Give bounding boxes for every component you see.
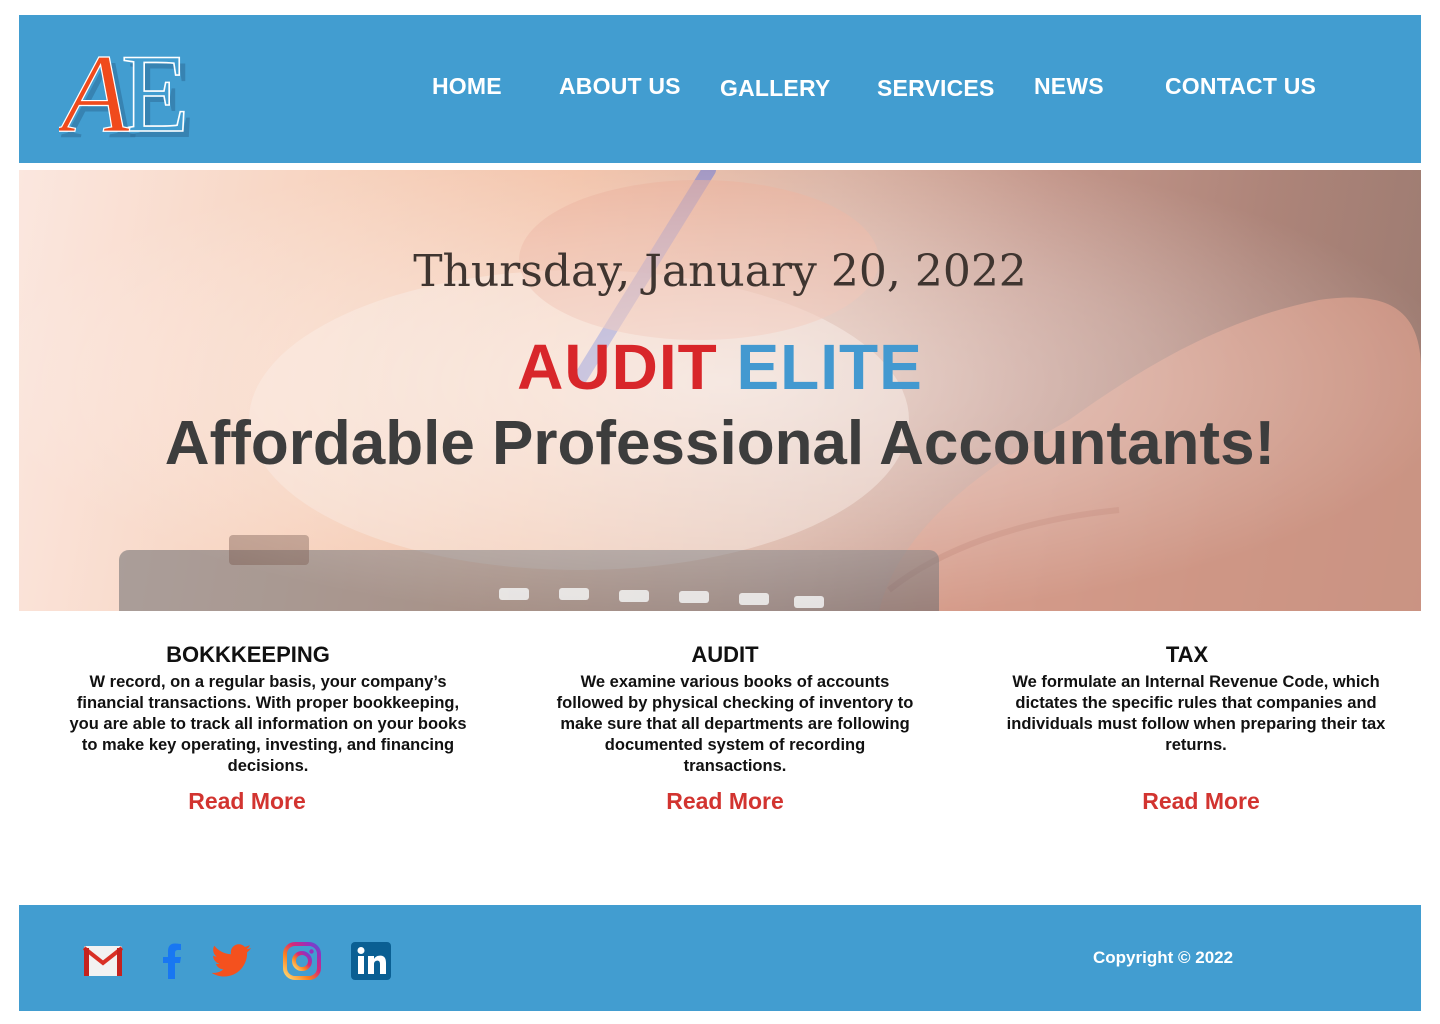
nav-services[interactable]: SERVICES — [877, 75, 995, 102]
hero-date: Thursday, January 20, 2022 — [413, 246, 1027, 297]
nav-contact-us[interactable]: CONTACT US — [1165, 73, 1316, 100]
nav-about-us[interactable]: ABOUT US — [559, 73, 681, 100]
read-more-audit[interactable]: Read More — [575, 788, 875, 815]
brand-audit-word: AUDIT — [517, 331, 718, 403]
service-description: We formulate an Internal Revenue Code, w… — [1006, 673, 1386, 754]
svg-text:A: A — [59, 33, 130, 145]
read-more-bookkeeping[interactable]: Read More — [97, 788, 397, 815]
twitter-icon[interactable] — [211, 941, 253, 981]
hero-brand-title: AUDIT ELITE — [19, 330, 1421, 404]
nav-news[interactable]: NEWS — [1034, 73, 1104, 100]
service-title: AUDIT — [691, 642, 759, 667]
service-tax: TAX We formulate an Internal Revenue Cod… — [996, 640, 1396, 756]
brand-elite-word: ELITE — [736, 331, 923, 403]
gmail-icon[interactable] — [82, 941, 124, 981]
read-more-tax[interactable]: Read More — [1051, 788, 1351, 815]
facebook-icon[interactable] — [151, 941, 193, 981]
nav-gallery[interactable]: GALLERY — [720, 75, 830, 102]
site-footer: Copyright © 2022 — [19, 905, 1421, 1011]
instagram-icon[interactable] — [281, 941, 323, 981]
service-description: We examine various books of accounts fol… — [556, 673, 914, 775]
service-title: TAX — [1165, 642, 1209, 667]
copyright-text: Copyright © 2022 — [1093, 948, 1234, 967]
ae-monogram-logo[interactable]: E E A A — [59, 33, 219, 145]
service-title: BOKKKEEPING — [166, 642, 330, 667]
service-description: W record, on a regular basis, your compa… — [69, 673, 467, 775]
service-audit: AUDIT We examine various books of accoun… — [535, 640, 935, 777]
service-bookkeeping: BOKKKEEPING W record, on a regular basis… — [68, 640, 468, 777]
site-header: E E A A HOME ABOUT US GALLERY SERVICES N… — [19, 15, 1421, 163]
linkedin-icon[interactable] — [350, 941, 392, 981]
nav-home[interactable]: HOME — [432, 73, 502, 100]
hero-tagline: Affordable Professional Accountants! — [164, 409, 1276, 478]
hero-banner: Thursday, January 20, 2022 AUDIT ELITE A… — [19, 170, 1421, 611]
